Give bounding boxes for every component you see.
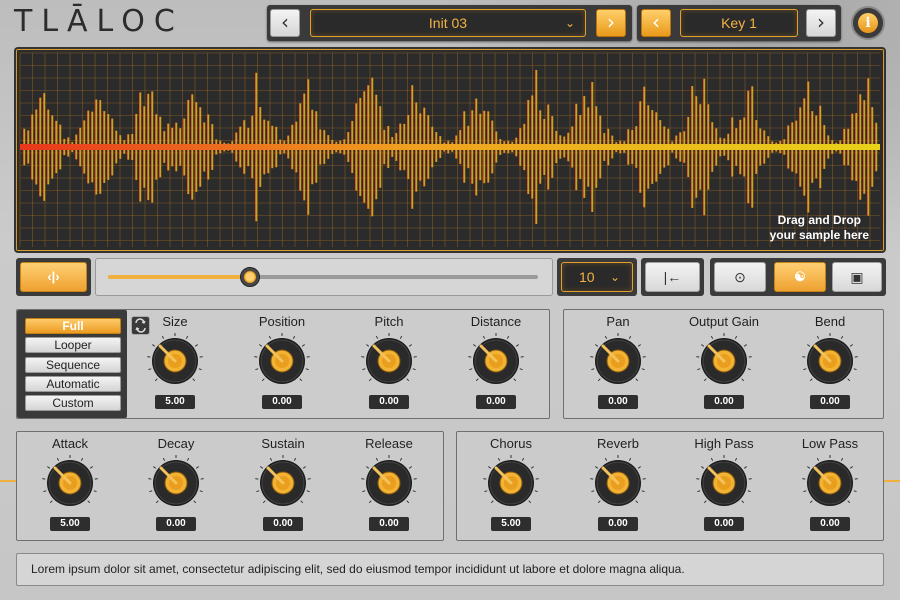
low-pass-value[interactable]: 0.00 — [810, 517, 850, 531]
reverb-knob[interactable] — [590, 455, 646, 511]
size-value[interactable]: 5.00 — [155, 395, 195, 409]
preset-name: Init 03 — [428, 15, 468, 31]
size-label: Size — [162, 314, 188, 329]
corner-dot — [17, 247, 20, 250]
divisions-dropdown[interactable]: 10 ⌄ — [561, 262, 633, 292]
release-value[interactable]: 0.00 — [369, 517, 409, 531]
attack-knob[interactable] — [42, 455, 98, 511]
drop-hint-line2: your sample here — [769, 228, 869, 242]
pan-label: Pan — [606, 314, 630, 329]
crosshair-icon: ⊙ — [734, 269, 746, 285]
chorus-label: Chorus — [490, 436, 532, 451]
size-knob[interactable] — [147, 333, 203, 389]
key-display[interactable]: Key 1 — [680, 9, 798, 37]
low-pass-label: Low Pass — [801, 436, 859, 451]
chevron-left-icon: ‹ — [281, 10, 289, 34]
output-gain-label: Output Gain — [688, 314, 760, 329]
pan-value[interactable]: 0.00 — [598, 395, 638, 409]
stretch-arrows-icon: ‹|› — [47, 269, 60, 284]
distance-knob[interactable] — [468, 333, 524, 389]
info-icon: i — [858, 13, 878, 33]
high-pass-knob[interactable] — [696, 455, 752, 511]
high-pass-value[interactable]: 0.00 — [704, 517, 744, 531]
share-nodes-icon: ☯ — [794, 269, 806, 284]
mode-selector: Full Looper Sequence Automatic Custom — [17, 310, 127, 418]
corner-dot — [880, 247, 883, 250]
chevron-right-icon: › — [607, 10, 615, 34]
divisions-value: 10 — [579, 269, 595, 285]
decay-knob[interactable] — [148, 455, 204, 511]
chorus-value[interactable]: 5.00 — [491, 517, 531, 531]
preset-prev-button[interactable]: ‹ — [270, 9, 300, 37]
release-knob[interactable] — [361, 455, 417, 511]
decay-value[interactable]: 0.00 — [156, 517, 196, 531]
skip-to-start-icon: |← — [663, 269, 682, 285]
corner-dot — [17, 50, 20, 53]
save-icon: ▣ — [850, 269, 864, 285]
drop-hint: Drag and Drop your sample here — [770, 213, 869, 243]
pitch-label: Pitch — [374, 314, 404, 329]
accent-line — [884, 480, 900, 482]
bend-knob[interactable] — [802, 333, 858, 389]
position-knob[interactable] — [254, 333, 310, 389]
attack-label: Attack — [51, 436, 89, 451]
position-value[interactable]: 0.00 — [262, 395, 302, 409]
sustain-label: Sustain — [261, 436, 305, 451]
key-name: Key 1 — [721, 15, 757, 31]
mode-custom-button[interactable]: Custom — [25, 395, 121, 411]
high-pass-label: High Pass — [694, 436, 754, 451]
status-bar: Lorem ipsum dolor sit amet, consectetur … — [16, 553, 884, 586]
info-button[interactable]: i — [851, 6, 885, 40]
mode-looper-button[interactable]: Looper — [25, 337, 121, 353]
waveform-graph — [17, 50, 883, 250]
chevron-down-icon: ⌄ — [609, 270, 620, 284]
pan-knob[interactable] — [590, 333, 646, 389]
chevron-right-icon: › — [817, 10, 825, 34]
sustain-knob[interactable] — [255, 455, 311, 511]
reverb-label: Reverb — [597, 436, 639, 451]
decay-label: Decay — [157, 436, 195, 451]
center-button[interactable]: ⊙ — [714, 262, 766, 292]
save-button[interactable]: ▣ — [832, 262, 882, 292]
key-prev-button[interactable]: ‹ — [641, 9, 671, 37]
preset-next-button[interactable]: › — [596, 9, 626, 37]
waveform-center-line — [20, 144, 880, 150]
chevron-left-icon: ‹ — [652, 10, 660, 34]
key-next-button[interactable]: › — [806, 9, 836, 37]
output-gain-value[interactable]: 0.00 — [704, 395, 744, 409]
mode-full-button[interactable]: Full — [25, 318, 121, 334]
distance-value[interactable]: 0.00 — [476, 395, 516, 409]
preset-dropdown[interactable]: Init 03 ⌄ — [310, 9, 586, 37]
pitch-knob[interactable] — [361, 333, 417, 389]
distance-label: Distance — [470, 314, 522, 329]
position-slider-fill — [108, 275, 250, 279]
reverb-value[interactable]: 0.00 — [598, 517, 638, 531]
mode-sequence-button[interactable]: Sequence — [25, 357, 121, 373]
share-button[interactable]: ☯ — [774, 262, 826, 292]
sustain-value[interactable]: 0.00 — [263, 517, 303, 531]
status-text: Lorem ipsum dolor sit amet, consectetur … — [31, 562, 685, 576]
pitch-value[interactable]: 0.00 — [369, 395, 409, 409]
output-gain-knob[interactable] — [696, 333, 752, 389]
mode-automatic-button[interactable]: Automatic — [25, 376, 121, 392]
return-to-start-button[interactable]: |← — [645, 262, 700, 292]
release-label: Release — [365, 436, 413, 451]
chevron-down-icon: ⌄ — [564, 16, 575, 30]
position-label: Position — [258, 314, 306, 329]
drop-hint-line1: Drag and Drop — [777, 213, 861, 227]
chorus-knob[interactable] — [483, 455, 539, 511]
attack-value[interactable]: 5.00 — [50, 517, 90, 531]
position-slider-thumb[interactable] — [239, 267, 260, 287]
bend-label: Bend — [814, 314, 846, 329]
accent-line — [0, 480, 16, 482]
waveform-display[interactable]: Drag and Drop your sample here — [16, 49, 884, 251]
bend-value[interactable]: 0.00 — [810, 395, 850, 409]
low-pass-knob[interactable] — [802, 455, 858, 511]
app-logo: TLĀLOC — [14, 4, 184, 39]
stretch-button[interactable]: ‹|› — [20, 262, 87, 292]
corner-dot — [880, 50, 883, 53]
